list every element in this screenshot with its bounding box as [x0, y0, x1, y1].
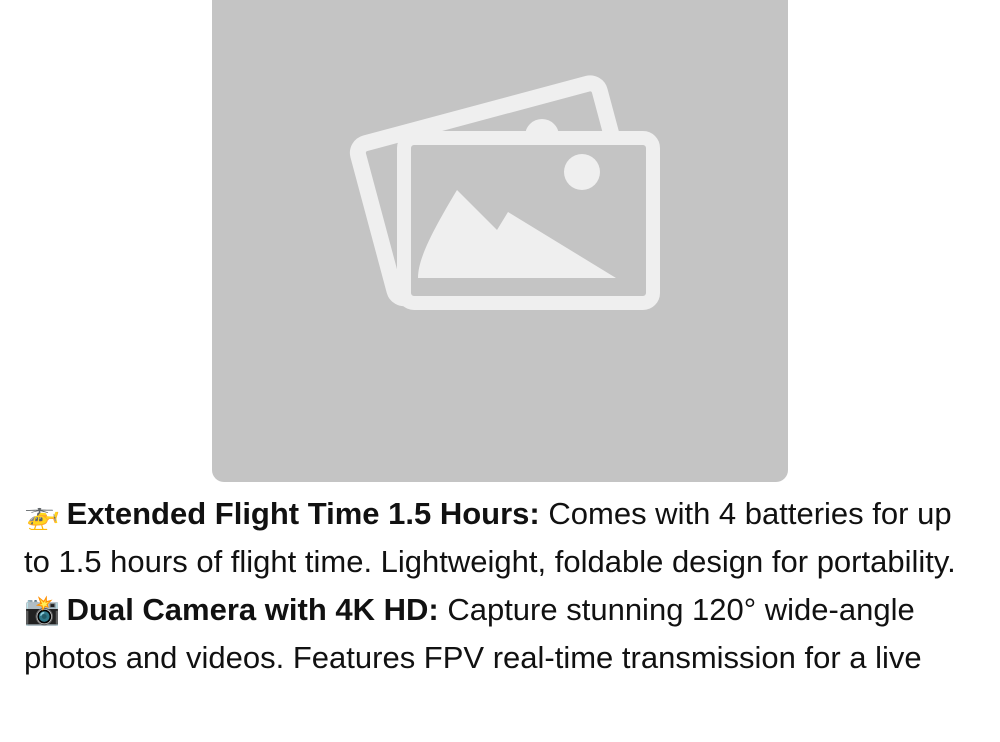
helicopter-icon: 🚁: [24, 497, 61, 531]
product-page: 🚁 Extended Flight Time 1.5 Hours: Comes …: [0, 0, 1000, 742]
feature-item: 🚁 Extended Flight Time 1.5 Hours: Comes …: [24, 490, 976, 586]
camera-flash-icon: 📸: [24, 593, 61, 627]
feature-title: Dual Camera with 4K HD:: [66, 592, 439, 627]
feature-item: 📸 Dual Camera with 4K HD: Capture stunni…: [24, 586, 976, 682]
product-image[interactable]: [212, 0, 788, 482]
image-placeholder-icon: [349, 75, 660, 310]
feature-title: Extended Flight Time 1.5 Hours:: [66, 496, 540, 531]
feature-list: 🚁 Extended Flight Time 1.5 Hours: Comes …: [24, 490, 976, 682]
